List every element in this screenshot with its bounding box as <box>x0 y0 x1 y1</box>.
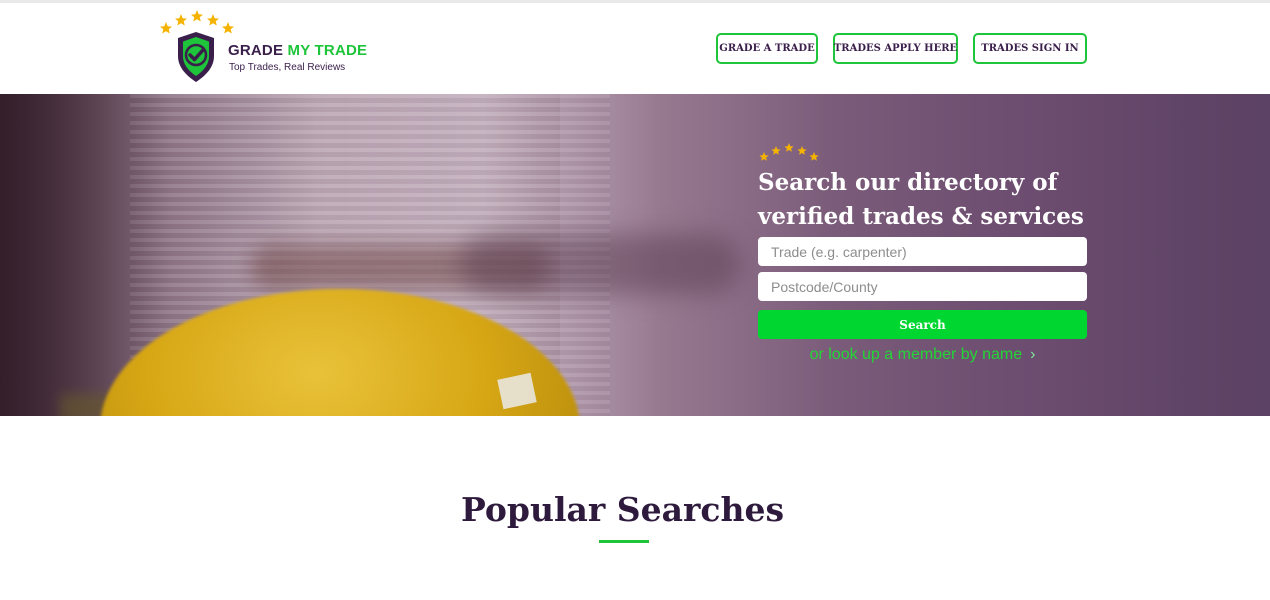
lookup-member-text: or look up a member by name <box>809 346 1023 363</box>
hero-headline: Search our directory of verified trades … <box>758 166 1098 234</box>
grade-a-trade-button[interactable]: GRADE A TRADE <box>716 33 818 64</box>
brand-name-part2: MY TRADE <box>287 42 368 59</box>
postcode-input[interactable] <box>758 272 1087 301</box>
brand-name: GRADE MY TRADE <box>228 42 367 59</box>
hero-headline-line1: Search our directory of <box>758 169 1058 196</box>
hero-headline-line2: verified trades & services <box>758 203 1084 230</box>
hero-bg-arm-right <box>460 234 740 294</box>
shield-check-icon <box>178 32 214 82</box>
title-underline <box>599 540 649 543</box>
stars-icon <box>759 143 819 161</box>
search-button[interactable]: Search <box>758 310 1087 339</box>
brand-tagline: Top Trades, Real Reviews <box>229 62 346 73</box>
chevron-right-icon: › <box>1030 346 1036 363</box>
trades-sign-in-button[interactable]: TRADES SIGN IN <box>973 33 1087 64</box>
brand-name-part1: GRADE <box>228 42 288 59</box>
popular-searches-title: Popular Searches <box>460 490 785 529</box>
hero-bg-shade-right <box>1070 94 1270 416</box>
logo[interactable]: GRADE MY TRADE Top Trades, Real Reviews <box>158 8 388 88</box>
trade-input[interactable] <box>758 237 1087 266</box>
site-header: GRADE MY TRADE Top Trades, Real Reviews … <box>0 3 1270 94</box>
trades-apply-here-button[interactable]: TRADES APPLY HERE <box>833 33 958 64</box>
lookup-member-link[interactable]: or look up a member by name › <box>758 346 1087 364</box>
